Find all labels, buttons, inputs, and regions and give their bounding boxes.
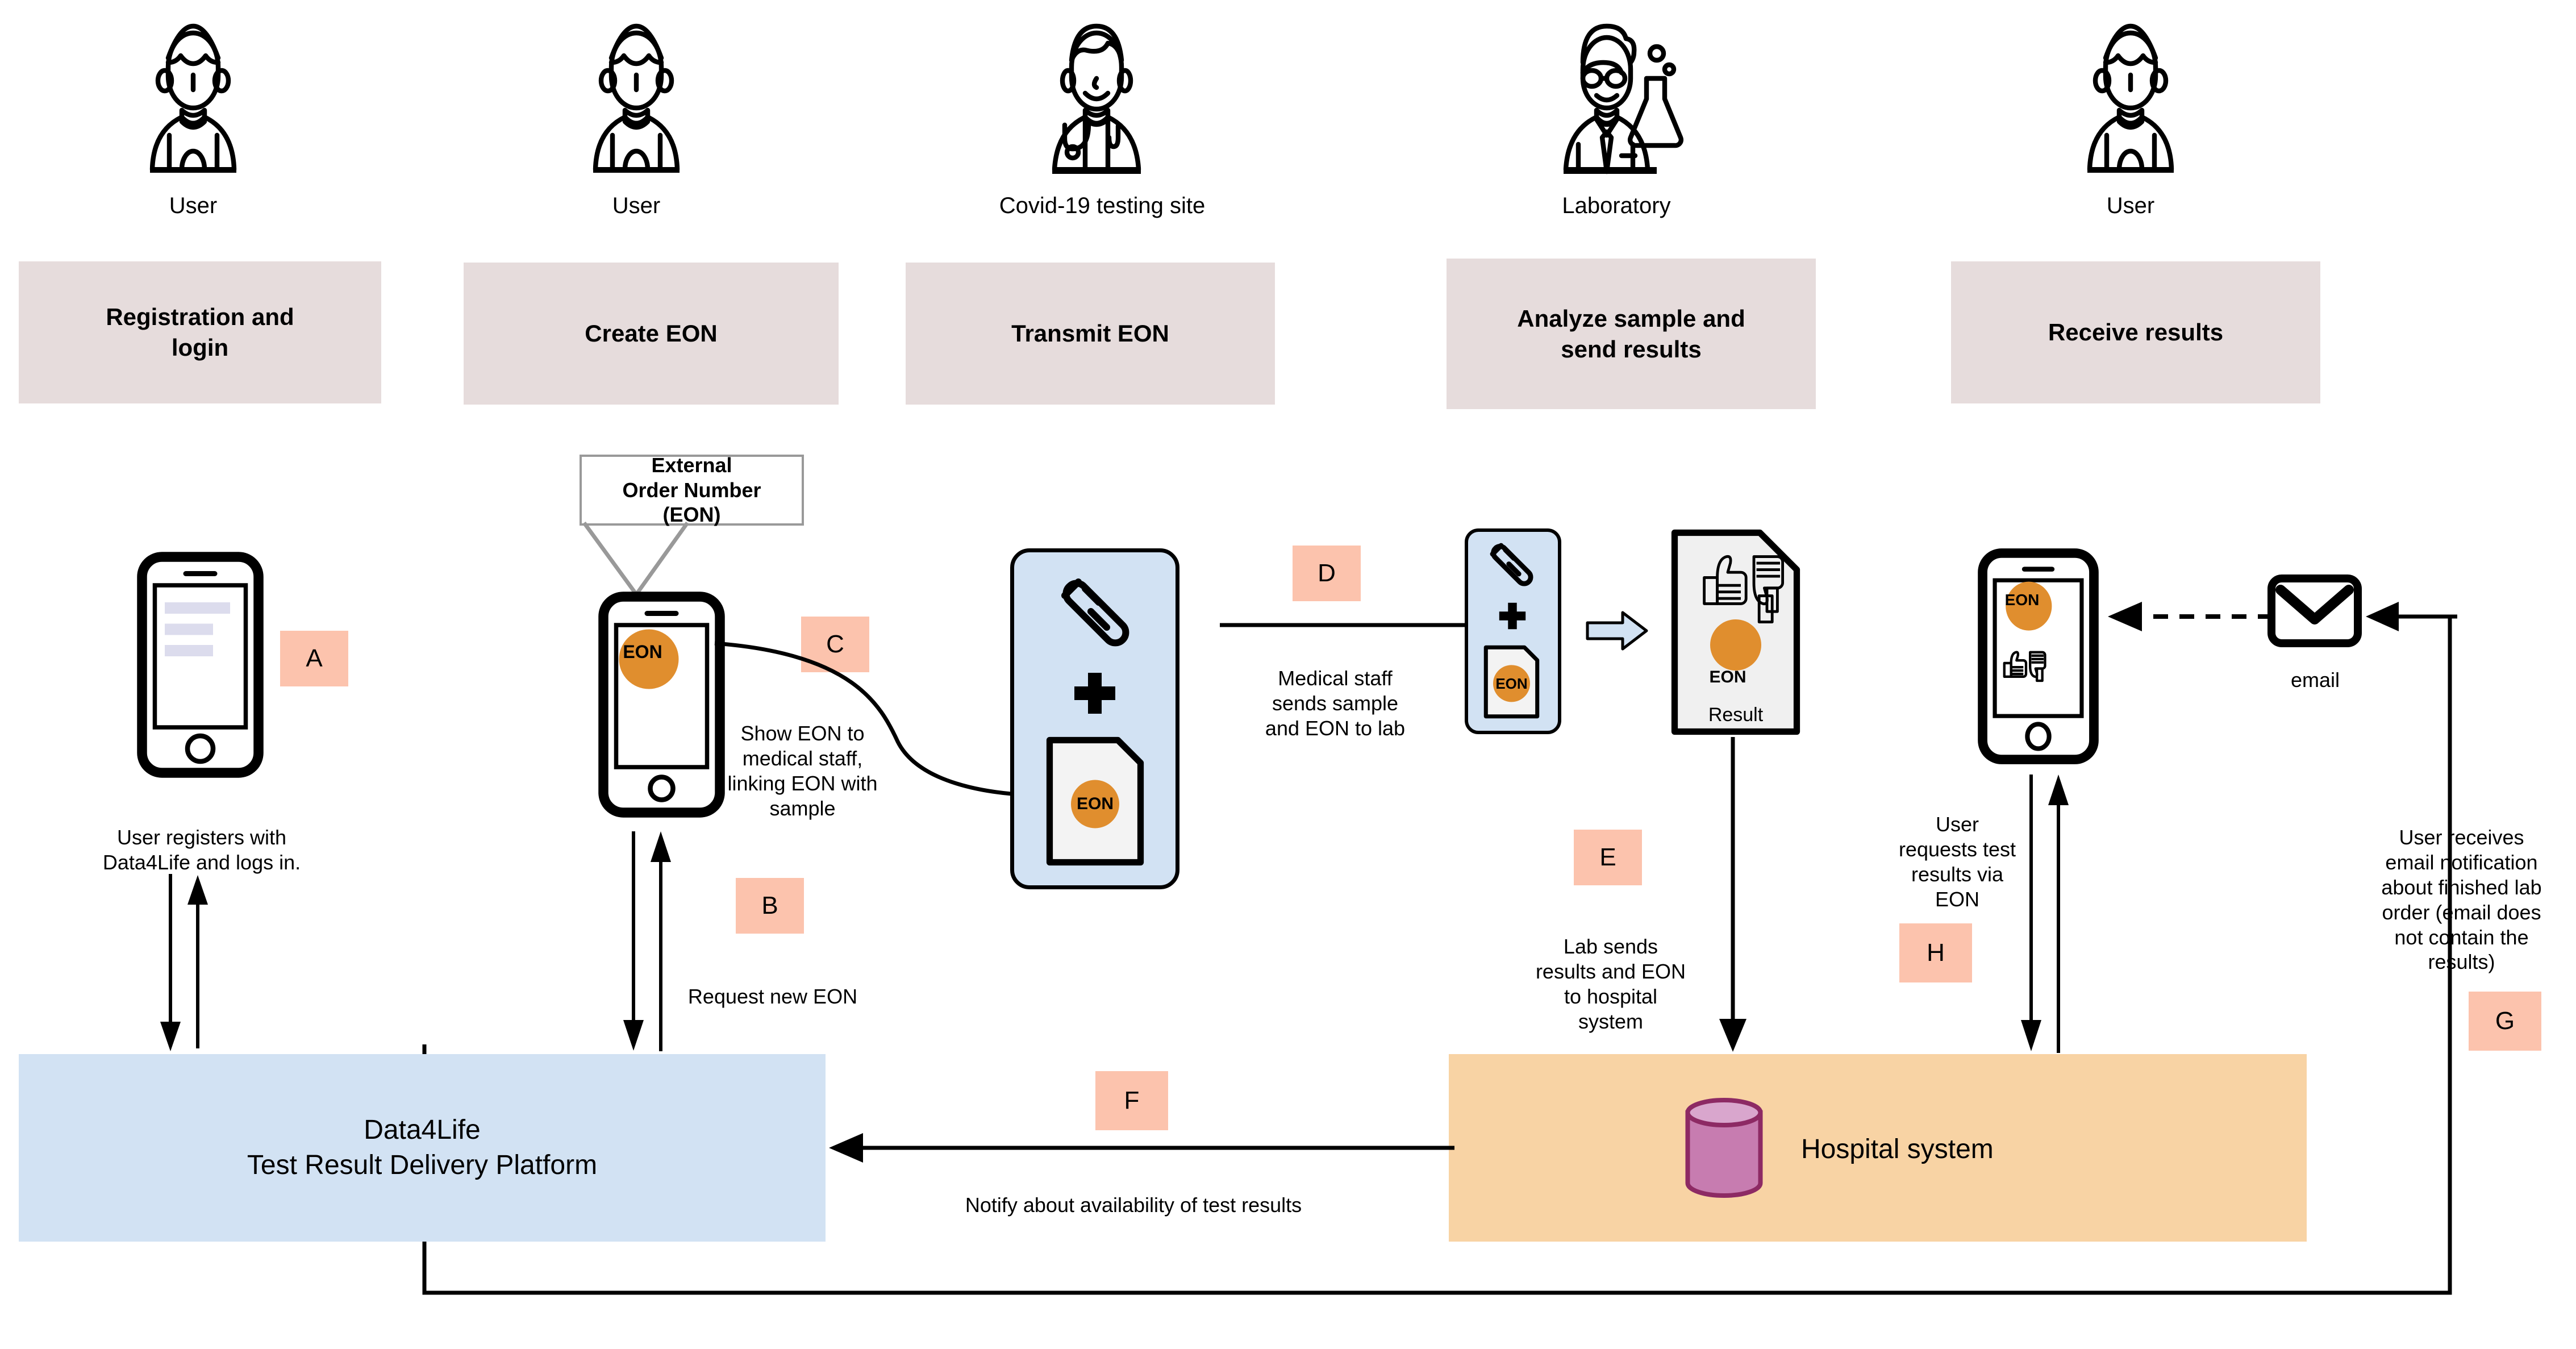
arrows-b-platform bbox=[622, 827, 702, 1054]
step-badge-h-label: H bbox=[1927, 939, 1945, 967]
phase-label-registration: Registration and login bbox=[106, 303, 294, 361]
swab-icon-1 bbox=[1051, 568, 1142, 659]
step-badge-g: G bbox=[2469, 992, 2541, 1051]
plus-icon-1 bbox=[1069, 668, 1120, 719]
email-icon bbox=[2267, 574, 2362, 648]
result-label: Result bbox=[1708, 704, 1764, 726]
note-g: User receives email notification about f… bbox=[2381, 825, 2542, 974]
eon-badge-result-label: EON bbox=[1709, 668, 1746, 686]
step-badge-e: E bbox=[1574, 830, 1642, 885]
step-badge-a-label: A bbox=[306, 644, 323, 672]
step-badge-d: D bbox=[1293, 546, 1361, 601]
actor-laboratory-icon bbox=[1551, 10, 1683, 181]
arrow-email-to-phone bbox=[2096, 599, 2278, 634]
process-arrow-icon bbox=[1585, 608, 1650, 653]
actor-user-icon-2 bbox=[580, 10, 693, 181]
step-badge-d-label: D bbox=[1318, 559, 1336, 587]
plus-icon-2 bbox=[1496, 599, 1529, 632]
arrow-f bbox=[827, 1131, 1457, 1165]
note-d: Medical staff sends sample and EON to la… bbox=[1265, 666, 1406, 740]
phase-label-analyze: Analyze sample and send results bbox=[1517, 305, 1745, 363]
actor-label-user-1: User bbox=[169, 193, 218, 218]
arrow-e bbox=[1716, 736, 1750, 1054]
phone-receive-results bbox=[1977, 546, 2099, 767]
platform-box-data4life: Data4Life Test Result Delivery Platform bbox=[19, 1054, 826, 1242]
eon-badge-phone-create: EON bbox=[623, 641, 662, 662]
step-badge-a: A bbox=[280, 631, 348, 686]
actor-user-icon-1 bbox=[136, 10, 250, 181]
note-f: Notify about availability of test result… bbox=[965, 1193, 1302, 1217]
note-b: Request new EON bbox=[687, 984, 858, 1008]
database-cylinder-icon bbox=[1683, 1097, 1765, 1199]
platform-title-line-2: Test Result Delivery Platform bbox=[247, 1150, 598, 1180]
step-badge-h: H bbox=[1899, 923, 1972, 982]
actor-label-testing-site: Covid-19 testing site bbox=[999, 193, 1206, 218]
phase-label-transmit-eon: Transmit EON bbox=[1011, 320, 1169, 347]
callout-line-2: Order Number bbox=[622, 478, 761, 502]
actor-label-laboratory: Laboratory bbox=[1562, 193, 1671, 218]
arrow-to-email bbox=[2364, 599, 2460, 634]
actor-doctor-icon bbox=[1034, 10, 1159, 181]
actor-user-icon-3 bbox=[2074, 10, 2187, 181]
step-badge-f-label: F bbox=[1124, 1086, 1140, 1114]
step-badge-b: B bbox=[736, 878, 804, 934]
phase-box-analyze: Analyze sample and send results bbox=[1447, 259, 1816, 409]
arrows-h-hospital bbox=[2020, 770, 2099, 1054]
step-badge-f: F bbox=[1095, 1071, 1168, 1130]
phase-box-transmit-eon: Transmit EON bbox=[906, 263, 1275, 405]
callout-line-1: External bbox=[651, 453, 732, 477]
eon-badge-lab-label: EON bbox=[1495, 674, 1528, 692]
phase-box-registration: Registration and login bbox=[19, 261, 381, 403]
step-badge-e-label: E bbox=[1599, 843, 1616, 871]
note-e: Lab sends results and EON to hospital sy… bbox=[1535, 934, 1686, 1033]
swab-icon-2 bbox=[1484, 537, 1541, 594]
step-badge-b-label: B bbox=[761, 892, 778, 919]
hospital-system-label: Hospital system bbox=[1801, 1134, 1994, 1164]
note-h: User requests test results via EON bbox=[1898, 812, 2016, 911]
phase-label-receive-results: Receive results bbox=[2048, 319, 2224, 346]
phone-registration bbox=[136, 551, 264, 778]
phase-box-receive-results: Receive results bbox=[1951, 261, 2320, 403]
actor-label-user-2: User bbox=[612, 193, 661, 218]
phase-label-create-eon: Create EON bbox=[585, 320, 718, 347]
callout-eon-definition: External Order Number (EON) bbox=[580, 453, 804, 526]
step-badge-g-label: G bbox=[2495, 1007, 2515, 1035]
email-label: email bbox=[2290, 668, 2340, 692]
arrows-a-platform bbox=[159, 869, 239, 1054]
eon-badge-testing-site-label: EON bbox=[1076, 794, 1114, 813]
actor-label-user-3: User bbox=[2106, 193, 2155, 218]
eon-badge-phone-receive-label: EON bbox=[2004, 591, 2040, 609]
phase-box-create-eon: Create EON bbox=[464, 263, 839, 405]
platform-title-line-1: Data4Life bbox=[364, 1114, 481, 1145]
diagram-canvas: User User Covid-19 testing site Laborato… bbox=[0, 0, 2576, 1349]
note-a: User registers with Data4Life and logs i… bbox=[102, 825, 301, 874]
